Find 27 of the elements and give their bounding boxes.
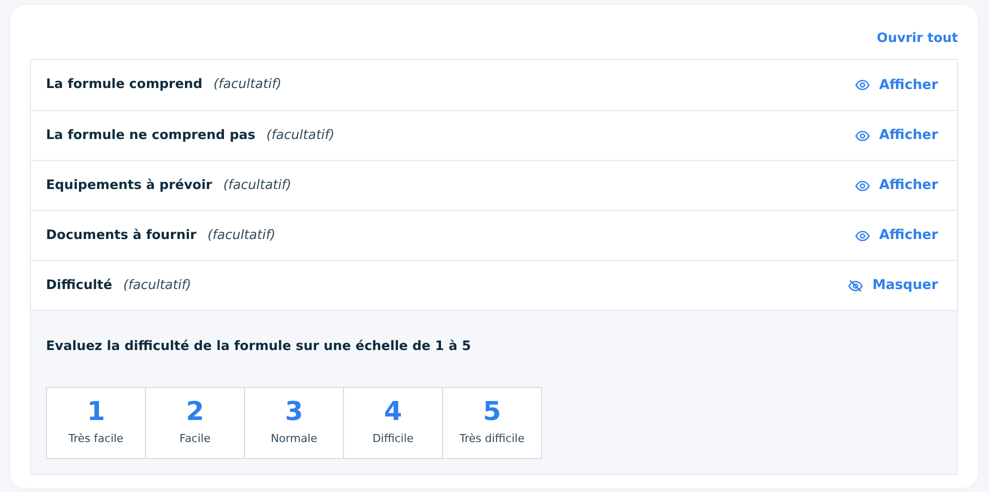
question-text: Evaluez la difficulté de la formule sur une échelle de 1 à 5 bbox=[46, 338, 472, 356]
rating-option[interactable]: 5 Très difficile bbox=[442, 386, 542, 458]
eye-icon bbox=[855, 180, 870, 192]
optional-note: (facultatif) bbox=[213, 76, 282, 94]
section-title: Equipements à prévoir bbox=[46, 176, 212, 195]
section-title: La formule comprend bbox=[46, 76, 202, 94]
section-title: Difficulté bbox=[46, 276, 112, 295]
eye-icon bbox=[855, 230, 870, 242]
rating-option[interactable]: 4 Difficile bbox=[343, 386, 443, 458]
eye-icon bbox=[855, 79, 870, 91]
open-all-link[interactable]: Ouvrir tout bbox=[876, 29, 958, 48]
hide-button[interactable]: Masquer bbox=[848, 275, 938, 296]
rating-option[interactable]: 3 Normale bbox=[244, 386, 344, 458]
show-button[interactable]: Afficher bbox=[855, 225, 938, 246]
section-title: La formule ne comprend pas bbox=[46, 126, 256, 145]
rating-option[interactable]: 2 Facile bbox=[145, 386, 245, 458]
eye-slash-icon bbox=[848, 280, 864, 292]
optional-note: (facultatif) bbox=[123, 276, 192, 295]
rating-option[interactable]: 1 Très facile bbox=[46, 386, 146, 458]
show-button[interactable]: Afficher bbox=[855, 175, 938, 196]
optional-note: (facultatif) bbox=[207, 226, 276, 245]
optional-note: (facultatif) bbox=[266, 126, 334, 145]
show-button[interactable]: Afficher bbox=[855, 74, 938, 96]
optional-note: (facultatif) bbox=[223, 176, 292, 195]
eye-icon bbox=[855, 130, 870, 142]
show-button[interactable]: Afficher bbox=[855, 125, 938, 146]
section-title: Documents à fournir bbox=[46, 226, 196, 245]
